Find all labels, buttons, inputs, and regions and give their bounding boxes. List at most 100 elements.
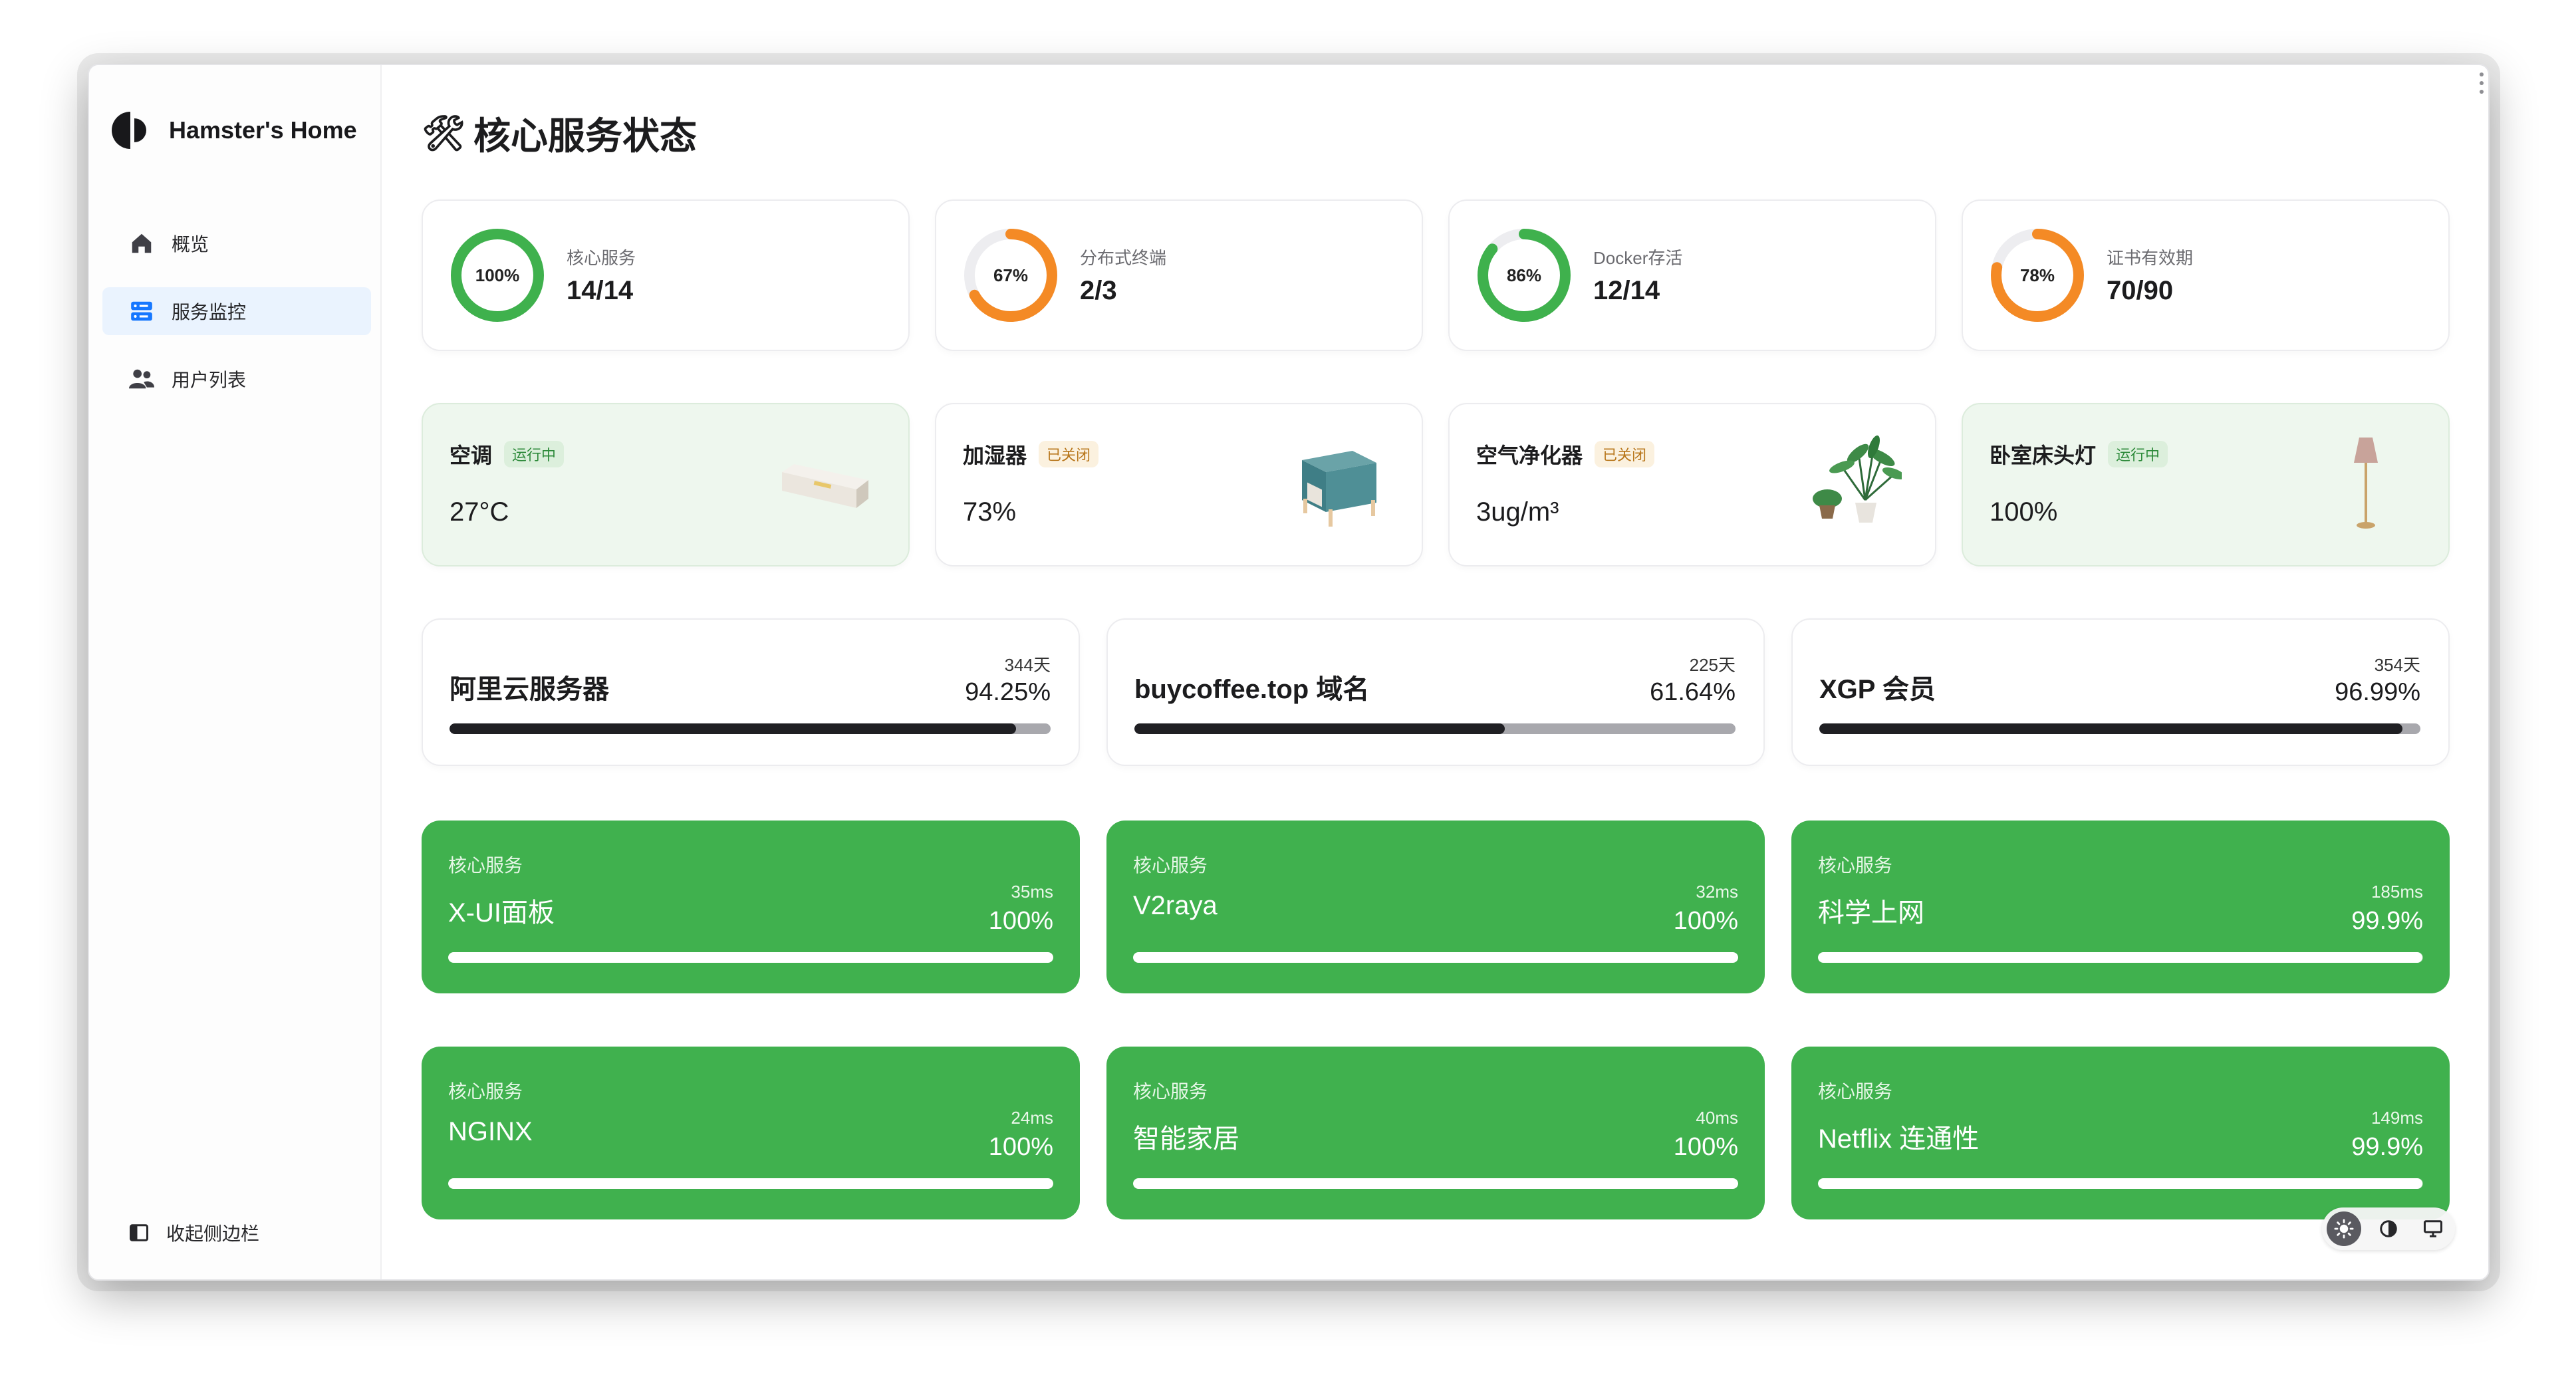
device-card-humidifier[interactable]: 加湿器 已关闭 73%	[935, 403, 1423, 567]
subscription-name: 阿里云服务器	[450, 675, 609, 704]
stat-card[interactable]: 100% 核心服务 14/14	[422, 199, 910, 351]
ring-percent: 86%	[1506, 265, 1542, 285]
device-name: 卧室床头灯	[1990, 443, 2097, 467]
progress-ring: 67%	[962, 226, 1060, 324]
logo-icon	[112, 112, 146, 149]
service-card[interactable]: 核心服务 NGINX 24ms 100%	[422, 1047, 1080, 1219]
theme-system-button[interactable]	[2416, 1211, 2450, 1246]
sidebar-nav: 概览 服务监控 用户列表	[102, 219, 371, 423]
home-icon	[132, 233, 152, 253]
progress-fill	[1818, 952, 2423, 963]
service-name: X-UI面板	[448, 898, 555, 928]
progress-fill	[1819, 723, 2402, 734]
service-uptime: 99.9%	[2351, 1133, 2423, 1161]
services-row-2: 核心服务 NGINX 24ms 100% 核心服务 智能家居 40ms 100%…	[422, 1047, 2450, 1219]
stat-label: Docker存活	[1593, 248, 1683, 268]
sidebar-toggle-icon	[130, 1224, 148, 1241]
service-name: NGINX	[448, 1117, 533, 1146]
service-latency: 149ms	[2371, 1108, 2423, 1128]
subscription-percent: 61.64%	[1650, 678, 1736, 706]
device-card-air-conditioner[interactable]: 空调 运行中 27°C	[422, 403, 910, 567]
sidebar-item-label: 概览	[172, 234, 209, 255]
stat-value: 12/14	[1593, 276, 1660, 305]
service-uptime: 100%	[988, 1133, 1053, 1161]
ring-percent: 67%	[993, 265, 1029, 285]
device-name: 空气净化器	[1476, 443, 1583, 467]
subscription-card[interactable]: buycoffee.top 域名 225天 61.64%	[1106, 618, 1765, 766]
progress-fill	[1134, 723, 1505, 734]
service-card[interactable]: 核心服务 X-UI面板 35ms 100%	[422, 821, 1080, 993]
subscription-progress-bar	[1819, 723, 2420, 734]
sidebar-item-users[interactable]: 用户列表	[102, 355, 371, 403]
status-badge: 已关闭	[1595, 441, 1655, 467]
service-tag: 核心服务	[448, 855, 523, 876]
more-options-icon[interactable]	[2479, 72, 2484, 94]
device-card-air-purifier[interactable]: 空气净化器 已关闭 3ug/m³	[1448, 403, 1936, 567]
service-name: V2raya	[1133, 891, 1218, 920]
sidebar-item-service-monitor[interactable]: 服务监控	[102, 287, 371, 335]
humidifier-icon	[1302, 451, 1376, 527]
status-badge: 运行中	[2108, 441, 2168, 467]
progress-fill	[450, 723, 1017, 734]
service-latency: 35ms	[1011, 882, 1053, 902]
service-card[interactable]: 核心服务 科学上网 185ms 99.9%	[1791, 821, 2450, 993]
progress-ring: 100%	[448, 226, 547, 324]
sidebar-item-label: 服务监控	[172, 302, 247, 322]
subscription-card[interactable]: 阿里云服务器 344天 94.25%	[422, 618, 1080, 766]
status-badge: 已关闭	[1039, 441, 1099, 467]
progress-ring: 86%	[1475, 226, 1573, 324]
subscription-days: 344天	[1004, 655, 1051, 675]
subscription-name: XGP 会员	[1819, 675, 1936, 704]
device-value: 3ug/m³	[1476, 497, 1559, 527]
stat-value: 70/90	[2107, 276, 2174, 305]
uptime-progress-bar	[1133, 952, 1738, 963]
service-card[interactable]: 核心服务 V2raya 32ms 100%	[1106, 821, 1765, 993]
service-card[interactable]: 核心服务 智能家居 40ms 100%	[1106, 1047, 1765, 1219]
ring-percent: 78%	[2019, 265, 2055, 285]
stat-card[interactable]: 67% 分布式终端 2/3	[935, 199, 1423, 351]
device-card-bedside-lamp[interactable]: 卧室床头灯 运行中 100%	[1962, 403, 2450, 567]
stat-label: 核心服务	[567, 248, 636, 268]
service-name: 科学上网	[1818, 898, 1924, 928]
progress-fill	[1133, 952, 1738, 963]
theme-dark-button[interactable]	[2371, 1211, 2406, 1246]
service-uptime: 100%	[1673, 1133, 1738, 1161]
monitor-icon	[2423, 1220, 2442, 1237]
service-tag: 核心服务	[1133, 855, 1208, 876]
status-badge: 运行中	[504, 441, 565, 467]
stats-row: 100% 核心服务 14/14 67% 分布式终端 2/3 86% Docker…	[422, 199, 2450, 351]
subscriptions-row: 阿里云服务器 344天 94.25% buycoffee.top 域名 225天…	[422, 618, 2450, 766]
collapse-sidebar-button[interactable]: 收起侧边栏	[129, 1219, 259, 1246]
uptime-progress-bar	[1133, 1178, 1738, 1189]
service-latency: 32ms	[1696, 882, 1738, 902]
subscription-progress-bar	[1134, 723, 1736, 734]
stat-card[interactable]: 78% 证书有效期 70/90	[1962, 199, 2450, 351]
service-tag: 核心服务	[1818, 855, 1893, 876]
device-value: 27°C	[450, 497, 509, 527]
theme-switcher	[2322, 1207, 2455, 1250]
air-conditioner-icon	[782, 464, 868, 508]
subscription-card[interactable]: XGP 会员 354天 96.99%	[1791, 618, 2450, 766]
devices-row: 空调 运行中 27°C 加湿器 已关闭 73% 空气净化器 已关闭 3ug/m³…	[422, 403, 2450, 567]
sidebar-item-overview[interactable]: 概览	[102, 219, 371, 267]
service-latency: 40ms	[1696, 1108, 1738, 1128]
subscription-days: 225天	[1689, 655, 1736, 675]
service-card[interactable]: 核心服务 Netflix 连通性 149ms 99.9%	[1791, 1047, 2450, 1219]
floor-lamp-icon	[2354, 438, 2378, 529]
service-uptime: 100%	[1673, 907, 1738, 935]
subscription-days: 354天	[2374, 655, 2420, 675]
ring-percent: 100%	[475, 265, 520, 285]
progress-fill	[1818, 1178, 2423, 1189]
uptime-progress-bar	[1818, 952, 2423, 963]
service-tag: 核心服务	[448, 1081, 523, 1102]
subscription-progress-bar	[450, 723, 1051, 734]
stat-card[interactable]: 86% Docker存活 12/14	[1448, 199, 1936, 351]
moon-icon	[2380, 1220, 2397, 1237]
stat-value: 2/3	[1080, 276, 1117, 305]
page-title: 🛠 核心服务状态	[422, 106, 697, 160]
progress-fill	[448, 952, 1053, 963]
sidebar: Hamster's Home 概览 服务监控 用户列表 收起侧边栏	[89, 65, 382, 1279]
subscription-percent: 94.25%	[965, 678, 1051, 706]
theme-light-button[interactable]	[2327, 1211, 2362, 1246]
brand[interactable]: Hamster's Home	[112, 109, 357, 152]
